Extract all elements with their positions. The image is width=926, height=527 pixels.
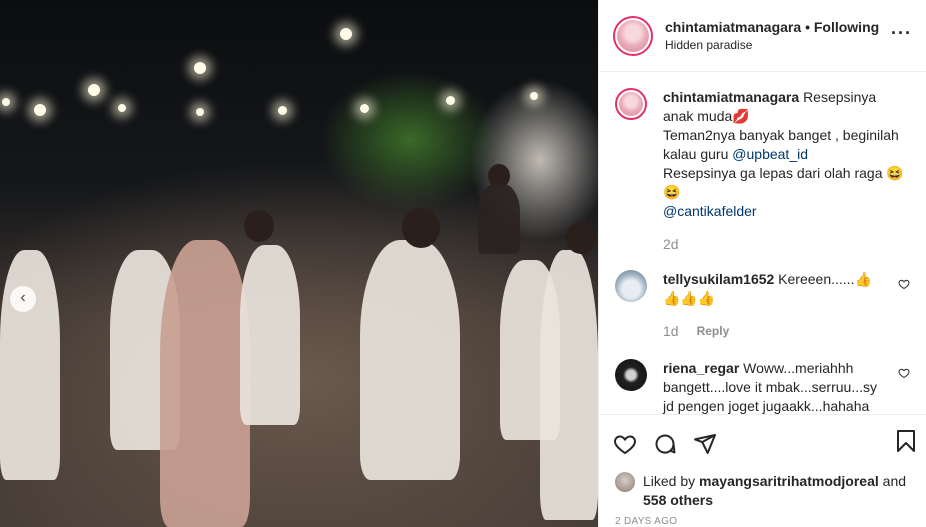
likes-prefix: Liked by bbox=[643, 473, 700, 489]
string-light bbox=[196, 108, 204, 116]
heart-icon[interactable] bbox=[613, 432, 637, 456]
dancer bbox=[240, 245, 300, 425]
action-bar bbox=[599, 414, 926, 472]
heart-icon[interactable] bbox=[898, 367, 910, 379]
dancer bbox=[0, 250, 60, 480]
post-location[interactable]: Hidden paradise bbox=[665, 38, 879, 52]
string-light bbox=[88, 84, 100, 96]
caption-line-3: Resepsinya ga lepas dari olah raga bbox=[663, 165, 887, 181]
string-light bbox=[360, 104, 369, 113]
likes-others-link[interactable]: 558 others bbox=[643, 492, 713, 508]
string-light bbox=[194, 62, 206, 74]
dancer-head bbox=[244, 210, 274, 242]
kiss-emoji: 💋 bbox=[732, 108, 750, 124]
author-username[interactable]: chintamiatmanagara bbox=[665, 19, 801, 35]
dancer-head bbox=[566, 222, 596, 254]
comment-text: Kereeen......👍 bbox=[774, 271, 872, 287]
comment-username[interactable]: riena_regar bbox=[663, 360, 739, 376]
instagram-post: ‹ chintamiatmanagara • Following Hidden … bbox=[0, 0, 926, 527]
more-options-icon[interactable]: ··· bbox=[891, 24, 912, 42]
comments-list: chintamiatmanagara Resepsinya anak muda💋… bbox=[599, 72, 926, 414]
string-light bbox=[34, 104, 46, 116]
string-light bbox=[2, 98, 10, 106]
groom bbox=[478, 184, 520, 254]
comment-time[interactable]: 1d bbox=[663, 322, 679, 341]
previous-button[interactable]: ‹ bbox=[10, 286, 36, 312]
mention-link[interactable]: @upbeat_id bbox=[732, 146, 808, 162]
comment-username[interactable]: tellysukilam1652 bbox=[663, 271, 774, 287]
post-date[interactable]: 2 DAYS AGO bbox=[599, 510, 926, 527]
bookmark-icon[interactable] bbox=[894, 429, 918, 453]
post-header: chintamiatmanagara • Following Hidden pa… bbox=[599, 0, 926, 72]
string-light bbox=[340, 28, 352, 40]
caption-username[interactable]: chintamiatmanagara bbox=[663, 89, 799, 105]
share-icon[interactable] bbox=[693, 432, 717, 456]
string-light bbox=[446, 96, 455, 105]
author-avatar[interactable] bbox=[613, 15, 653, 56]
author-avatar[interactable] bbox=[615, 88, 647, 120]
likes-summary: Liked by mayangsaritrihatmodjoreal and 5… bbox=[599, 472, 926, 510]
commenter-avatar[interactable] bbox=[615, 359, 647, 391]
string-light bbox=[278, 106, 287, 115]
chevron-left-icon: ‹ bbox=[20, 289, 26, 306]
separator-dot: • bbox=[805, 19, 810, 35]
dancer-head bbox=[402, 208, 440, 248]
heart-icon[interactable] bbox=[898, 278, 910, 290]
dancer bbox=[160, 240, 250, 527]
post-video[interactable]: ‹ bbox=[0, 0, 598, 527]
liker-avatar[interactable] bbox=[615, 472, 635, 492]
caption: chintamiatmanagara Resepsinya anak muda💋… bbox=[615, 88, 910, 254]
string-light bbox=[530, 92, 538, 100]
comment-item: tellysukilam1652 Kereeen......👍 👍👍👍 1d R… bbox=[615, 270, 910, 341]
string-light bbox=[118, 104, 126, 112]
caption-time[interactable]: 2d bbox=[663, 235, 679, 254]
mention-link[interactable]: @cantikafelder bbox=[663, 203, 757, 219]
dancer bbox=[540, 250, 598, 520]
likes-middle: and bbox=[878, 473, 907, 489]
liker-username[interactable]: mayangsaritrihatmodjoreal bbox=[699, 473, 879, 489]
following-button[interactable]: Following bbox=[814, 19, 879, 35]
reply-button[interactable]: Reply bbox=[697, 322, 730, 341]
comment-emojis: 👍👍👍 bbox=[663, 290, 716, 306]
comment-icon[interactable] bbox=[653, 432, 677, 456]
dancer bbox=[360, 240, 460, 480]
post-sidebar: chintamiatmanagara • Following Hidden pa… bbox=[598, 0, 926, 527]
commenter-avatar[interactable] bbox=[615, 270, 647, 302]
comment-item: riena_regar Woww...meriahhh bangett....l… bbox=[615, 359, 910, 414]
